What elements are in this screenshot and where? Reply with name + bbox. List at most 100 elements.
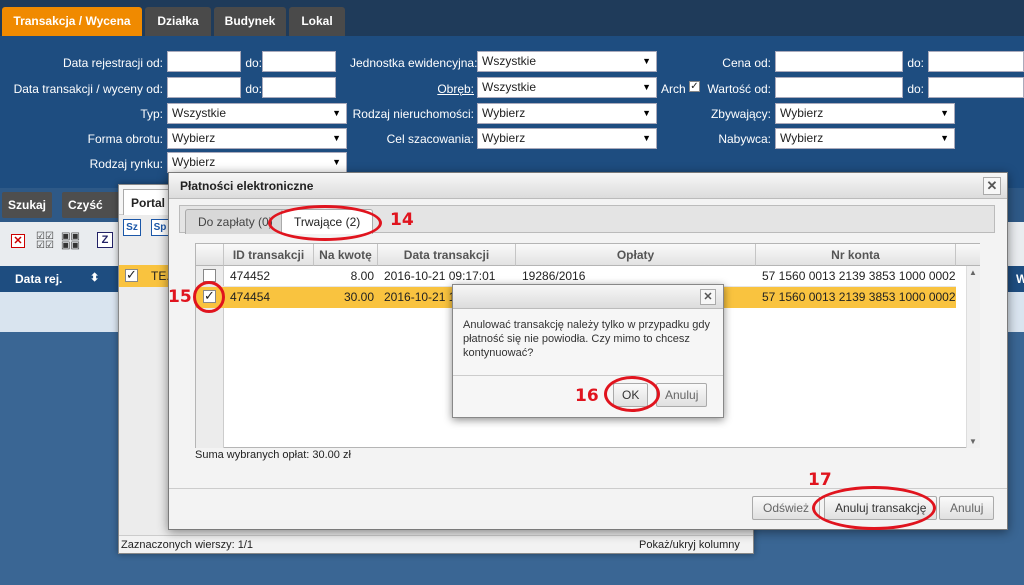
vertical-scrollbar[interactable]: ▲ ▼	[966, 266, 980, 448]
refresh-button[interactable]: Odśwież	[752, 496, 821, 520]
label-do: do:	[907, 82, 924, 96]
data-transakcji-od-input[interactable]	[167, 77, 241, 98]
cell-id: 474454	[230, 290, 271, 304]
obreb-select[interactable]: Wszystkie ▼	[477, 77, 657, 98]
dropdown-arrow-icon: ▼	[642, 56, 651, 66]
jednostka-select[interactable]: Wszystkie ▼	[477, 51, 657, 72]
label-forma-obrotu: Forma obrotu:	[87, 132, 163, 146]
jednostka-value: Wszystkie	[482, 54, 536, 68]
search-button[interactable]: Szukaj	[2, 192, 53, 218]
nabywca-select[interactable]: Wybierz ▼	[775, 128, 955, 149]
dropdown-arrow-icon: ▼	[642, 108, 651, 118]
clear-criteria-button[interactable]: Czyść kr	[62, 192, 122, 218]
label-rodzaj-nieruchomosci: Rodzaj nieruchomości:	[352, 107, 474, 121]
close-icon[interactable]: ✕	[700, 289, 716, 305]
header-account[interactable]: Nr konta	[756, 244, 956, 266]
data-rejestracji-do-input[interactable]	[262, 51, 336, 72]
scroll-up-icon[interactable]: ▲	[969, 268, 977, 277]
cell-amount: 8.00	[350, 269, 374, 283]
label-cena-od: Cena od:	[722, 56, 771, 70]
col-w[interactable]: W	[1016, 272, 1024, 286]
cell-id: 474452	[230, 269, 271, 283]
label-data-transakcji-od: Data transakcji / wyceny od:	[13, 82, 163, 96]
label-zbywajacy: Zbywający:	[710, 107, 771, 121]
dropdown-arrow-icon: ▼	[940, 133, 949, 143]
close-icon[interactable]: ✕	[983, 177, 1001, 195]
divider	[453, 375, 723, 376]
selected-rows-count: Zaznaczonych wierszy: 1/1	[121, 539, 254, 551]
tab-dzialka[interactable]: Działka	[145, 7, 211, 36]
label-do: do:	[907, 56, 924, 70]
sz-button[interactable]: Sz	[123, 219, 141, 236]
portal-status-bar: Zaznaczonych wierszy: 1/1 Pokaż/ukryj ko…	[119, 535, 753, 553]
cel-szacowania-value: Wybierz	[482, 131, 526, 145]
sort-arrows-icon[interactable]: ⬍	[90, 271, 99, 284]
label-typ: Typ:	[140, 107, 163, 121]
label-jednostka: Jednostka ewidencyjna:	[350, 56, 478, 70]
header-id[interactable]: ID transakcji	[224, 244, 314, 266]
obreb-value: Wszystkie	[482, 80, 536, 94]
scroll-down-icon[interactable]: ▼	[969, 437, 977, 446]
annotation-ring-16	[604, 376, 660, 412]
typ-select[interactable]: Wszystkie ▼	[167, 103, 347, 124]
portal-row-checkbox[interactable]: ✓	[125, 268, 138, 282]
cell-amount: 30.00	[343, 290, 374, 304]
sp-button[interactable]: Sp	[151, 219, 169, 236]
header-fees[interactable]: Opłaty	[516, 244, 756, 266]
annotation-14: 14	[390, 210, 414, 230]
top-tab-bar: Transakcja / Wycena Działka Budynek Loka…	[0, 0, 1024, 36]
tab-lokal[interactable]: Lokal	[289, 7, 345, 36]
cell-account: 57 1560 0013 2139 3853 1000 0002	[762, 290, 956, 304]
label-obreb[interactable]: Obręb:	[420, 82, 474, 96]
label-data-rejestracji-od: Data rejestracji od:	[62, 56, 163, 70]
confirm-cancel-button[interactable]: Anuluj	[656, 383, 708, 407]
data-rejestracji-od-input[interactable]	[167, 51, 241, 72]
confirm-message: Anulować transakcję należy tylko w przyp…	[463, 319, 711, 359]
header-date[interactable]: Data transakcji	[378, 244, 516, 266]
dropdown-arrow-icon: ▼	[642, 82, 651, 92]
rodzaj-rynku-select[interactable]: Wybierz ▼	[167, 152, 347, 173]
cell-account: 57 1560 0013 2139 3853 1000 0002	[762, 269, 956, 283]
label-rodzaj-rynku: Rodzaj rynku:	[89, 157, 163, 171]
dropdown-arrow-icon: ▼	[642, 133, 651, 143]
toggle-columns-link[interactable]: Pokaż/ukryj kolumny	[639, 539, 740, 551]
label-do: do:	[245, 56, 262, 70]
header-check	[196, 244, 224, 266]
rodzaj-nieruchomosci-select[interactable]: Wybierz ▼	[477, 103, 657, 124]
portal-tab[interactable]: Portal	[123, 189, 174, 215]
deselect-icon[interactable]: ✕	[11, 234, 25, 248]
confirm-titlebar	[453, 285, 723, 309]
wartosc-do-input[interactable]	[928, 77, 1024, 98]
annotation-ring-17	[812, 486, 936, 530]
wartosc-od-input[interactable]	[775, 77, 903, 98]
tab-transakcja-wycena[interactable]: Transakcja / Wycena	[2, 7, 142, 36]
header-amount[interactable]: Na kwotę	[314, 244, 378, 266]
label-arch: Arch	[661, 82, 686, 96]
nabywca-value: Wybierz	[780, 131, 824, 145]
annotation-15: 15	[168, 287, 192, 307]
label-do: do:	[245, 82, 262, 96]
grid-view-icon[interactable]: ▣▣ ▣▣	[61, 232, 80, 251]
zbywajacy-select[interactable]: Wybierz ▼	[775, 103, 955, 124]
selected-sum: Suma wybranych opłat: 30.00 zł	[195, 449, 351, 461]
annotation-ring-14	[268, 205, 382, 241]
cel-szacowania-select[interactable]: Wybierz ▼	[477, 128, 657, 149]
forma-obrotu-value: Wybierz	[172, 131, 216, 145]
select-all-icon[interactable]: ☑☑ ☑☑	[36, 232, 54, 251]
z-icon[interactable]: Z	[97, 232, 113, 248]
label-cel-szacowania: Cel szacowania:	[386, 132, 474, 146]
tab-budynek[interactable]: Budynek	[214, 7, 286, 36]
label-wartosc-od: Wartość od:	[707, 82, 771, 96]
portal-row-text: TE.	[151, 269, 170, 283]
cena-do-input[interactable]	[928, 51, 1024, 72]
zbywajacy-value: Wybierz	[780, 106, 824, 120]
cancel-button[interactable]: Anuluj	[939, 496, 995, 520]
header-filler	[956, 244, 980, 266]
col-data-rej[interactable]: Data rej.	[15, 272, 62, 286]
arch-checkbox[interactable]: ✓	[689, 81, 700, 92]
forma-obrotu-select[interactable]: Wybierz ▼	[167, 128, 347, 149]
dropdown-arrow-icon: ▼	[332, 133, 341, 143]
data-transakcji-do-input[interactable]	[262, 77, 336, 98]
dropdown-arrow-icon: ▼	[940, 108, 949, 118]
cena-od-input[interactable]	[775, 51, 903, 72]
